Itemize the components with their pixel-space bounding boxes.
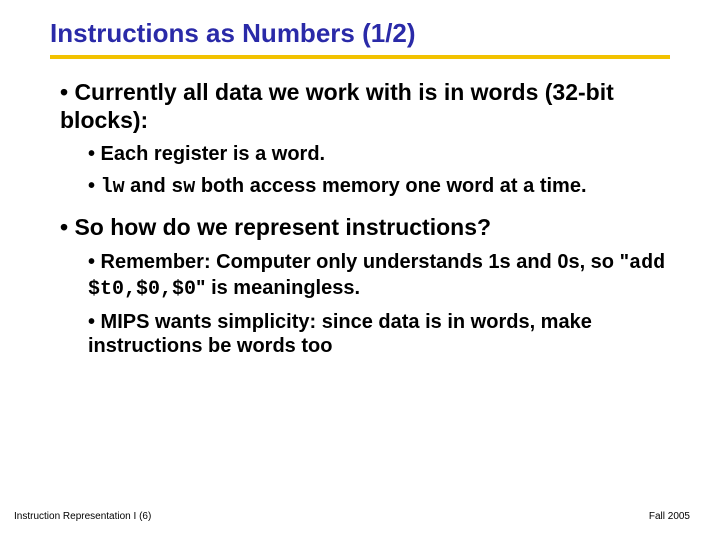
text: " is meaningless. <box>196 277 360 299</box>
bullet-level2: • lw and sw both access memory one word … <box>88 174 670 200</box>
bullet-level2: • Each register is a word. <box>88 142 670 166</box>
text: and <box>125 175 172 197</box>
slide-content: • Currently all data we work with is in … <box>50 79 670 358</box>
slide-title: Instructions as Numbers (1/2) <box>50 18 670 59</box>
text: • <box>88 175 101 197</box>
bullet-level1: • So how do we represent instructions? <box>60 214 670 242</box>
code-inline: lw <box>101 176 125 199</box>
footer-right: Fall 2005 <box>649 511 690 522</box>
bullet-level2: • Remember: Computer only understands 1s… <box>88 250 670 302</box>
code-inline: sw <box>171 176 195 199</box>
text: both access memory one word at a time. <box>195 175 586 197</box>
text: • Remember: Computer only understands 1s… <box>88 251 629 273</box>
slide: Instructions as Numbers (1/2) • Currentl… <box>0 0 720 540</box>
bullet-level1: • Currently all data we work with is in … <box>60 79 670 134</box>
footer-left: Instruction Representation I (6) <box>14 511 151 522</box>
bullet-level2: • MIPS wants simplicity: since data is i… <box>88 310 670 358</box>
